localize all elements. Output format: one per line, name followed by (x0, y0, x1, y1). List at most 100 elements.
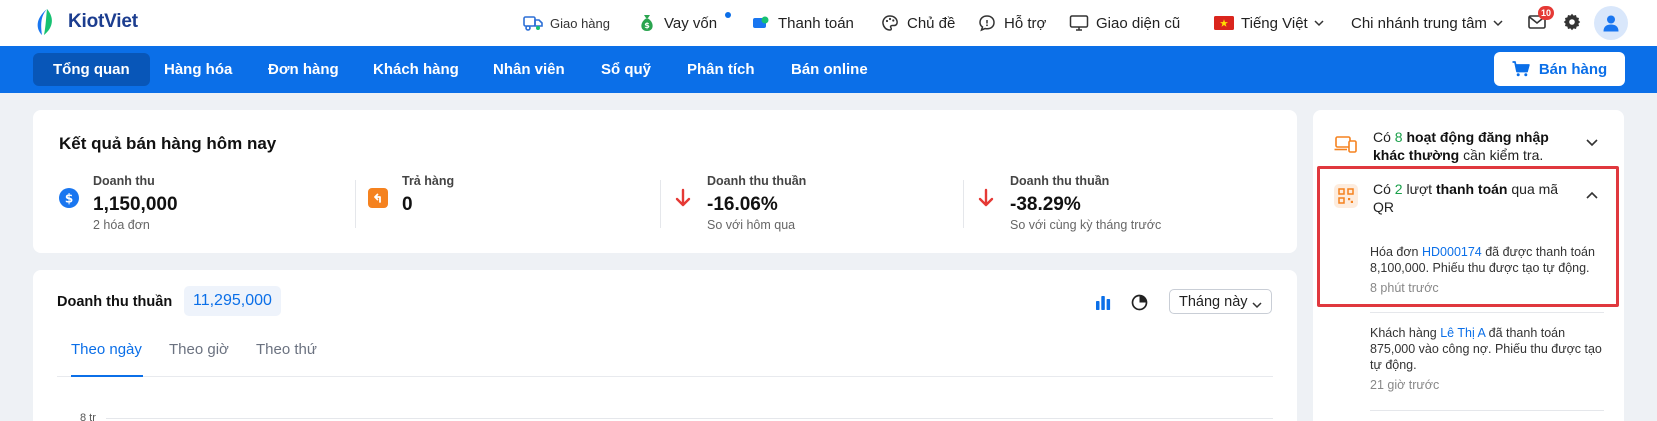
feed-divider (1370, 312, 1604, 313)
kiotviet-logo-icon (32, 7, 62, 37)
customer-link[interactable]: Lê Thị A (1440, 326, 1485, 340)
activity-time: 21 giờ trước (1370, 378, 1440, 392)
topnav-payment-label: Thanh toán (778, 14, 854, 32)
chevron-down-icon (1314, 19, 1324, 27)
feed-divider (1370, 410, 1604, 411)
language-selector[interactable]: Tiếng Việt (1214, 12, 1324, 34)
new-dot-badge (725, 12, 731, 18)
main-nav: Tổng quan Hàng hóa Đơn hàng Khách hàng N… (0, 46, 1657, 93)
avatar[interactable] (1594, 6, 1628, 40)
settings-button[interactable] (1561, 11, 1583, 33)
nav-overview[interactable]: Tổng quan (33, 53, 150, 86)
arrow-down-icon (976, 188, 996, 208)
shopping-cart-icon (1512, 61, 1530, 77)
unusual-login-alert[interactable]: Có 8 hoạt động đăng nhập khác thường cần… (1334, 128, 1604, 168)
stat-label: Trả hàng (402, 174, 455, 188)
topnav-theme[interactable]: Chủ đề (880, 12, 955, 34)
stat-revenue: $ Doanh thu 1,150,000 2 hóa đơn (59, 174, 349, 234)
top-bar: KiotViet Giao hàng $ Vay vốn Thanh toán … (0, 0, 1657, 46)
branch-selector[interactable]: Chi nhánh trung tâm (1351, 12, 1503, 34)
bar-chart-icon[interactable] (1093, 292, 1113, 312)
user-icon (1602, 14, 1620, 32)
topnav-support[interactable]: Hỗ trợ (977, 12, 1046, 34)
chart-gridline (106, 418, 1273, 419)
stat-value: -16.06% (707, 194, 778, 215)
devices-icon (1334, 132, 1358, 156)
sell-button[interactable]: Bán hàng (1494, 52, 1625, 86)
today-results-card: Kết quả bán hàng hôm nay $ Doanh thu 1,1… (33, 110, 1297, 253)
svg-text:$: $ (644, 21, 650, 30)
chevron-down-icon (1252, 297, 1262, 313)
topnav-loan[interactable]: $ Vay vốn (637, 12, 731, 34)
divider (355, 180, 356, 228)
stat-subtext: 2 hóa đơn (93, 218, 150, 232)
sell-button-label: Bán hàng (1538, 60, 1608, 78)
stat-net-revenue-day: Doanh thu thuần -16.06% So với hôm qua (673, 174, 963, 234)
topnav-payment[interactable]: Thanh toán (751, 12, 854, 34)
active-tab-indicator (71, 375, 143, 377)
stat-label: Doanh thu thuần (1010, 174, 1110, 188)
stat-subtext: So với hôm qua (707, 218, 796, 232)
stat-value: 0 (402, 194, 413, 215)
tabs-divider (57, 376, 1273, 377)
stat-label: Doanh thu (93, 174, 155, 188)
results-title: Kết quả bán hàng hôm nay (59, 134, 277, 153)
arrow-down-icon (673, 188, 693, 208)
topnav-loan-label: Vay vốn (664, 14, 718, 32)
return-icon (368, 188, 388, 208)
topnav-theme-label: Chủ đề (907, 14, 956, 32)
topnav-old-ui[interactable]: Giao diện cũ (1069, 12, 1180, 34)
language-label: Tiếng Việt (1241, 14, 1308, 32)
nav-analytics[interactable]: Phân tích (667, 53, 775, 86)
tab-by-day[interactable]: Theo ngày (71, 341, 142, 358)
nav-products[interactable]: Hàng hóa (144, 53, 252, 86)
period-select[interactable]: Tháng này (1169, 289, 1272, 314)
nav-orders[interactable]: Đơn hàng (248, 53, 359, 86)
chevron-down-icon (1493, 19, 1503, 27)
logo[interactable]: KiotViet (32, 6, 138, 38)
payment-icon (751, 13, 771, 33)
divider (660, 180, 661, 228)
divider (963, 180, 964, 228)
stat-label: Doanh thu thuần (707, 174, 807, 188)
nav-cashbook[interactable]: Sổ quỹ (581, 53, 671, 86)
activity-feed-item: Khách hàng Lê Thị A đã thanh toán 875,00… (1370, 325, 1610, 393)
pie-chart-icon[interactable] (1130, 292, 1150, 312)
y-axis-tick: 8 tr (80, 412, 96, 421)
chat-bubble-icon (977, 13, 997, 33)
topnav-old-ui-label: Giao diện cũ (1096, 14, 1181, 32)
topnav-delivery[interactable]: Giao hàng (523, 12, 610, 34)
topnav-support-label: Hỗ trợ (1004, 14, 1047, 32)
revenue-total: 11,295,000 (184, 286, 281, 316)
mail-button[interactable]: 10 (1526, 6, 1555, 33)
chevron-down-icon[interactable] (1586, 134, 1598, 152)
monitor-icon (1069, 13, 1089, 33)
nav-online-sales[interactable]: Bán online (771, 53, 888, 86)
nav-staff[interactable]: Nhân viên (473, 53, 585, 86)
vietnam-flag-icon (1214, 13, 1234, 33)
highlight-annotation-box (1317, 166, 1619, 307)
money-bag-icon: $ (637, 13, 657, 33)
period-select-value: Tháng này (1179, 293, 1248, 310)
revenue-label: Doanh thu thuần (57, 294, 173, 310)
delivery-truck-icon (523, 13, 543, 33)
brand-name: KiotViet (68, 11, 138, 32)
gear-icon (1563, 13, 1581, 31)
stat-value: -38.29% (1010, 194, 1081, 215)
branch-label: Chi nhánh trung tâm (1351, 14, 1487, 32)
net-revenue-card: Doanh thu thuần 11,295,000 Tháng này The… (33, 270, 1297, 421)
topnav-delivery-label: Giao hàng (550, 15, 610, 31)
alert-count: 8 (1394, 129, 1403, 145)
dollar-icon: $ (59, 188, 79, 208)
stat-net-revenue-month: Doanh thu thuần -38.29% So với cùng kỳ t… (976, 174, 1276, 234)
svg-text:$: $ (65, 192, 73, 206)
stat-subtext: So với cùng kỳ tháng trước (1010, 218, 1162, 232)
tab-by-hour[interactable]: Theo giờ (169, 341, 229, 358)
stat-value: 1,150,000 (93, 194, 178, 215)
tab-by-weekday[interactable]: Theo thứ (256, 341, 317, 358)
stat-returns: Trả hàng 0 (368, 174, 658, 234)
palette-icon (880, 13, 900, 33)
alert-text: Có 8 hoạt động đăng nhập khác thường cần… (1373, 129, 1549, 163)
notification-count-badge: 10 (1538, 6, 1555, 20)
nav-customers[interactable]: Khách hàng (353, 53, 479, 86)
